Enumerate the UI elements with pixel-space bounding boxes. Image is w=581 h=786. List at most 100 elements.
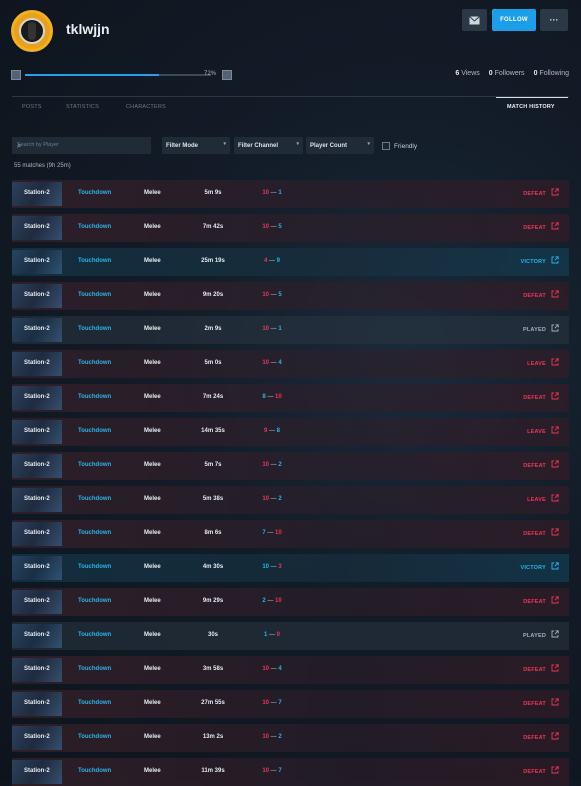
match-score: 10 — 1 [262, 190, 282, 196]
match-row[interactable]: Station-2 Touchdown Melee 4m 30s 10 — 3 VICTO… [12, 554, 569, 582]
game-mode: Touchdown [78, 462, 112, 468]
external-link-icon[interactable] [551, 358, 559, 366]
filter-mode-dropdown[interactable]: Filter Mode ▾ [162, 137, 230, 154]
message-button[interactable] [462, 9, 487, 31]
player-count-dropdown[interactable]: Player Count ▾ [306, 137, 374, 154]
match-type: Melee [144, 496, 161, 502]
score-second: 10 [275, 598, 282, 604]
score-first: 10 [262, 292, 269, 298]
external-link-icon[interactable] [551, 460, 559, 468]
following-stat[interactable]: 0 Following [534, 70, 569, 77]
match-result: DEFEAT [523, 463, 546, 469]
match-row[interactable]: Station-2 Touchdown Melee 11m 39s 10 — 7 DEFE… [12, 758, 569, 786]
profile-tabs: POSTS STATISTICS CHARACTERS MATCH HISTOR… [12, 96, 569, 119]
game-mode: Touchdown [78, 360, 112, 366]
tab-match-history[interactable]: MATCH HISTORY [507, 104, 555, 110]
external-link-icon[interactable] [551, 596, 559, 604]
match-type: Melee [144, 598, 161, 604]
followers-stat[interactable]: 0 Followers [489, 70, 525, 77]
match-type: Melee [144, 258, 161, 264]
map-name: Station-2 [24, 564, 50, 570]
match-row[interactable]: Station-2 Touchdown Melee 7m 42s 10 — 5 DEFEA… [12, 214, 569, 242]
match-row[interactable]: Station-2 Touchdown Melee 30s 1 — 0 PLAYED [12, 622, 569, 650]
external-link-icon[interactable] [551, 698, 559, 706]
match-type: Melee [144, 462, 161, 468]
map-name: Station-2 [24, 768, 50, 774]
match-row[interactable]: Station-2 Touchdown Melee 5m 38s 10 — 2 LEAVE [12, 486, 569, 514]
checkbox-box[interactable] [382, 142, 390, 150]
filter-channel-dropdown[interactable]: Filter Channel ▾ [234, 137, 303, 154]
match-result: LEAVE [527, 429, 546, 435]
external-link-icon[interactable] [551, 562, 559, 570]
external-link-icon[interactable] [551, 732, 559, 740]
match-row[interactable]: Station-2 Touchdown Melee 3m 58s 10 — 4 DEFEA… [12, 656, 569, 684]
search-icon[interactable]: ⌕ [17, 141, 146, 151]
external-link-icon[interactable] [551, 528, 559, 536]
external-link-icon[interactable] [551, 188, 559, 196]
match-row[interactable]: Station-2 Touchdown Melee 27m 55s 10 — 7 DEFE… [12, 690, 569, 718]
tab-characters[interactable]: CHARACTERS [126, 104, 166, 110]
external-link-icon[interactable] [551, 290, 559, 298]
match-row[interactable]: Station-2 Touchdown Melee 9m 29s 2 — 10 DEFEA… [12, 588, 569, 616]
match-duration: 27m 55s [201, 700, 225, 706]
match-result: PLAYED [522, 633, 546, 639]
external-link-icon[interactable] [551, 630, 559, 638]
map-name: Station-2 [24, 598, 50, 604]
map-name: Station-2 [24, 530, 50, 536]
match-type: Melee [144, 326, 161, 332]
friendly-checkbox[interactable]: Friendly [382, 142, 417, 150]
match-duration: 4m 30s [202, 564, 224, 570]
tab-statistics[interactable]: STATISTICS [66, 104, 99, 110]
match-row[interactable]: Station-2 Touchdown Melee 5m 9s 10 — 1 DEFEAT [12, 180, 569, 208]
game-mode: Touchdown [78, 428, 112, 434]
score-first: 10 [262, 462, 269, 468]
match-duration: 5m 38s [202, 496, 224, 502]
external-link-icon[interactable] [551, 256, 559, 264]
match-row[interactable]: Station-2 Touchdown Melee 5m 7s 10 — 2 DEFEAT [12, 452, 569, 480]
external-link-icon[interactable] [551, 426, 559, 434]
score-first: 10 [262, 700, 269, 706]
match-type: Melee [144, 734, 161, 740]
match-row[interactable]: Station-2 Touchdown Melee 9m 20s 10 — 5 DEFEA… [12, 282, 569, 310]
match-type: Melee [144, 768, 161, 774]
match-type: Melee [144, 292, 161, 298]
progress-track [25, 74, 211, 76]
match-duration: 5m 7s [204, 462, 222, 468]
match-row[interactable]: Station-2 Touchdown Melee 2m 9s 10 — 1 PLAYED [12, 316, 569, 344]
score-second: 7 [278, 700, 282, 706]
match-row[interactable]: Station-2 Touchdown Melee 13m 2s 10 — 2 DEFEA… [12, 724, 569, 752]
external-link-icon[interactable] [551, 392, 559, 400]
match-row[interactable]: Station-2 Touchdown Melee 8m 6s 7 — 10 DEFEAT [12, 520, 569, 548]
match-type: Melee [144, 428, 161, 434]
game-mode: Touchdown [78, 632, 112, 638]
game-mode: Touchdown [78, 258, 112, 264]
map-name: Station-2 [24, 190, 50, 196]
map-name: Station-2 [24, 496, 50, 502]
match-row[interactable]: Station-2 Touchdown Melee 5m 0s 10 — 4 LEAVE [12, 350, 569, 378]
match-type: Melee [144, 564, 161, 570]
more-options-button[interactable]: ··· [540, 9, 568, 31]
external-link-icon[interactable] [551, 324, 559, 332]
match-score: 2 — 10 [262, 598, 282, 604]
player-search-input[interactable]: Search by Player ⌕ [12, 137, 151, 154]
match-row[interactable]: Station-2 Touchdown Melee 14m 35s 9 — 8 LEAVE [12, 418, 569, 446]
follow-button[interactable]: FOLLOW [492, 9, 536, 31]
match-row[interactable]: Station-2 Touchdown Melee 7m 24s 8 — 10 DEFEA… [12, 384, 569, 412]
external-link-icon[interactable] [551, 664, 559, 672]
external-link-icon[interactable] [551, 222, 559, 230]
username: tklwjjn [66, 21, 110, 37]
external-link-icon[interactable] [551, 766, 559, 774]
profile-header: tklwjjn FOLLOW ··· [0, 0, 581, 66]
external-link-icon[interactable] [551, 494, 559, 502]
tab-posts[interactable]: POSTS [22, 104, 42, 110]
score-first: 10 [262, 360, 269, 366]
match-row[interactable]: Station-2 Touchdown Melee 25m 19s 4 — 9 VICTO… [12, 248, 569, 276]
match-score: 10 — 3 [262, 564, 282, 570]
match-result: DEFEAT [523, 667, 546, 673]
match-score: 10 — 4 [262, 666, 282, 672]
avatar[interactable] [11, 10, 53, 52]
score-first: 10 [262, 496, 269, 502]
match-score: 4 — 9 [263, 258, 281, 264]
map-name: Station-2 [24, 734, 50, 740]
match-result: DEFEAT [523, 701, 546, 707]
